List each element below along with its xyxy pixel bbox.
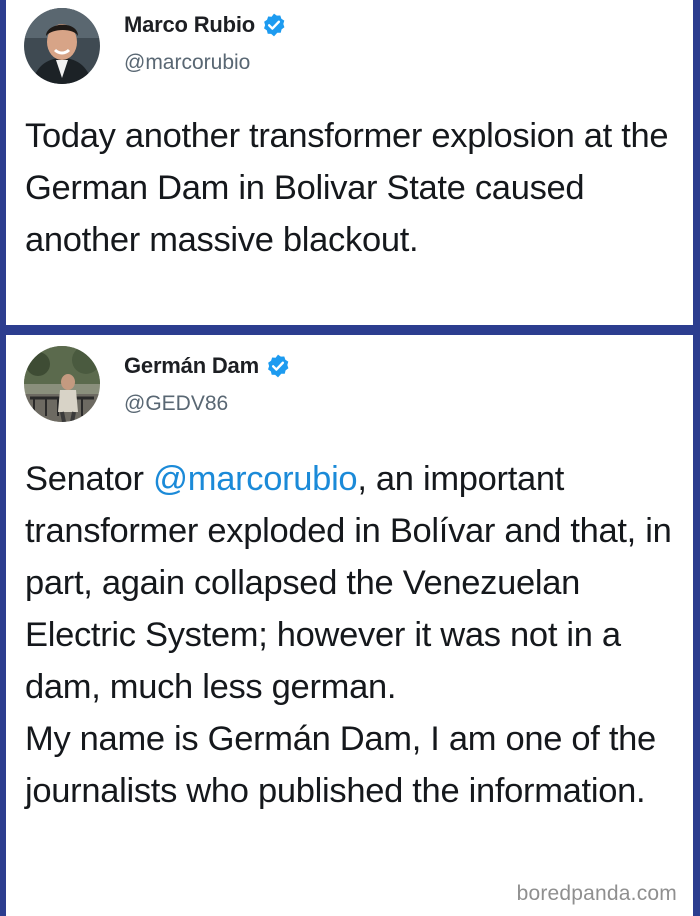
author-handle[interactable]: @marcorubio bbox=[124, 51, 250, 75]
verified-badge-icon bbox=[265, 353, 291, 379]
mention-link[interactable]: @marcorubio bbox=[153, 460, 358, 498]
author-handle[interactable]: @GEDV86 bbox=[124, 392, 228, 416]
author-name[interactable]: Marco Rubio bbox=[124, 12, 255, 38]
avatar[interactable] bbox=[24, 346, 100, 422]
tweet-body-paragraph: Senator @marcorubio, an important transf… bbox=[25, 453, 673, 713]
watermark: boredpanda.com bbox=[516, 882, 677, 905]
tweet-body-prefix: Senator bbox=[25, 460, 154, 498]
author-name-row: Marco Rubio bbox=[124, 12, 287, 38]
author-name[interactable]: Germán Dam bbox=[124, 353, 259, 379]
tweet-card: Germán Dam @GEDV86 Senator @marcorubio, … bbox=[6, 335, 693, 916]
tweet-text: Today another transformer explosion at t… bbox=[25, 110, 673, 266]
avatar[interactable] bbox=[24, 8, 100, 84]
portrait-avatar-icon bbox=[24, 346, 100, 422]
tweet-text: Senator @marcorubio, an important transf… bbox=[25, 453, 673, 817]
tweet-body: Today another transformer explosion at t… bbox=[25, 117, 669, 259]
author-name-row: Germán Dam bbox=[124, 353, 291, 379]
verified-badge-icon bbox=[261, 12, 287, 38]
portrait-avatar-icon bbox=[24, 8, 100, 84]
tweet-body-paragraph: My name is Germán Dam, I am one of the j… bbox=[25, 720, 656, 810]
tweet-card: Marco Rubio @marcorubio Today another tr… bbox=[6, 0, 693, 325]
